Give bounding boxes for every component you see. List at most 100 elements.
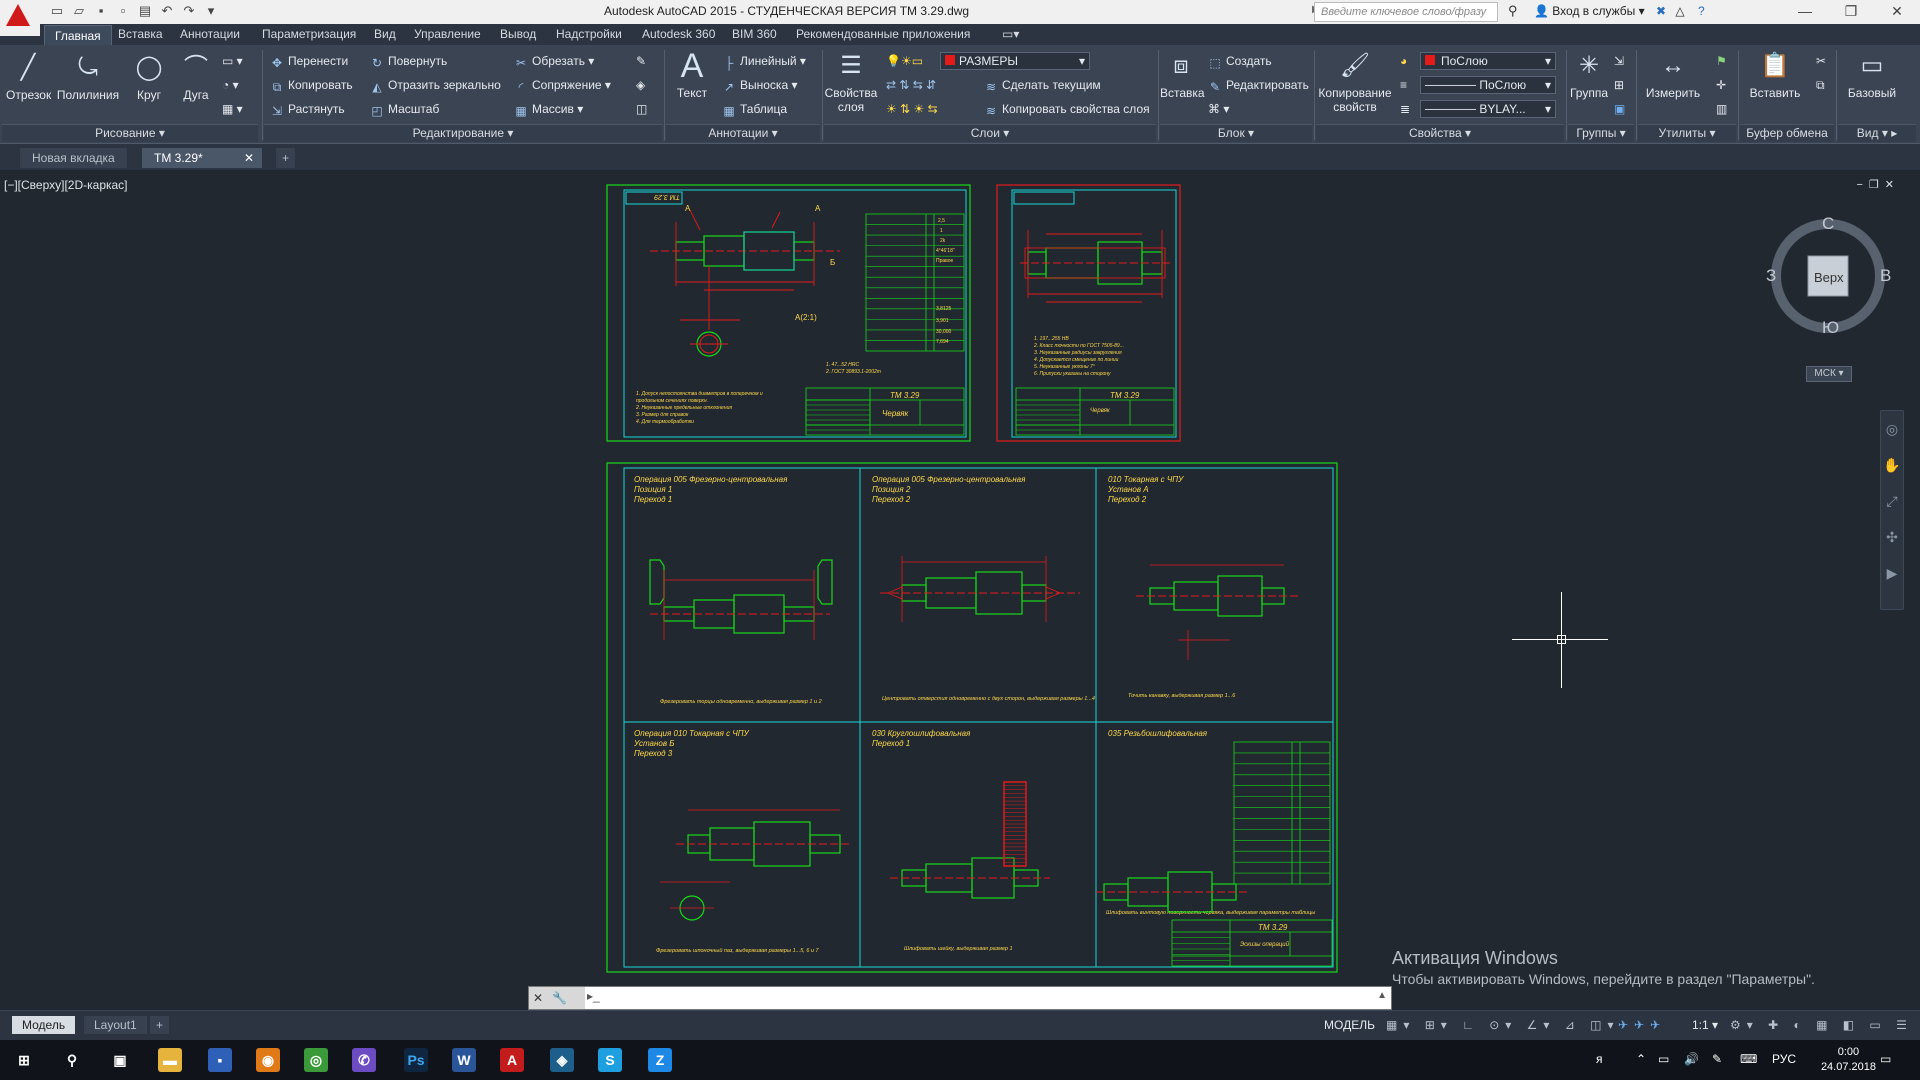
tab-parametric[interactable]: Параметризация bbox=[262, 27, 356, 41]
close-icon[interactable]: ✕ bbox=[1874, 0, 1920, 24]
cad-app-icon[interactable]: ◈ bbox=[550, 1048, 574, 1072]
rectangle-icon[interactable]: ▭ ▾ bbox=[222, 54, 243, 68]
search-icon[interactable]: ⚲ bbox=[60, 1048, 84, 1072]
group-edit-icon[interactable]: ⊞ bbox=[1614, 78, 1624, 92]
make-current-button[interactable]: ≋ Сделать текущим bbox=[984, 78, 1101, 94]
edit-block-button[interactable]: ✎ Редактировать bbox=[1208, 78, 1309, 94]
match-layer-button[interactable]: ≋ Копировать свойства слоя bbox=[984, 102, 1150, 118]
exchange-icon[interactable]: ✖ bbox=[1656, 4, 1666, 18]
offset-icon[interactable]: ◫ bbox=[636, 102, 647, 116]
tab-current-drawing[interactable]: ТМ 3.29* ✕ bbox=[142, 148, 262, 168]
text-button[interactable]: A Текст bbox=[670, 49, 714, 100]
viewcube-north[interactable]: С bbox=[1822, 214, 1834, 234]
steering-wheel-icon[interactable]: ◎ bbox=[1881, 411, 1903, 447]
line-button[interactable]: ╱ Отрезок bbox=[6, 52, 51, 102]
undo-icon[interactable]: ↶ bbox=[158, 2, 176, 20]
tab-annotate[interactable]: Аннотации bbox=[180, 27, 240, 41]
measure-button[interactable]: ↔ Измерить bbox=[1640, 50, 1706, 100]
layer-tools-row1[interactable]: ⇄ ⇅ ⇆ ⇵ bbox=[886, 78, 936, 92]
viewcube-top[interactable]: Верх bbox=[1814, 270, 1844, 285]
polyline-button[interactable]: ⤿ Полилиния bbox=[56, 52, 120, 102]
view-panel-title[interactable]: Вид ▾ ▸ bbox=[1838, 124, 1916, 142]
notifications-icon[interactable]: ▭ bbox=[1880, 1052, 1891, 1066]
workspace-icons[interactable]: ⚙▾ ✚ ◐ ▦ ◧ ▭ ☰ bbox=[1730, 1018, 1913, 1032]
drawing-viewport[interactable]: [−][Сверху][2D-каркас] −❐✕ АА Б А(2:1) 2… bbox=[0, 170, 1920, 1010]
file-explorer-icon[interactable]: ▬ bbox=[158, 1048, 182, 1072]
tab-layout1[interactable]: Layout1 bbox=[84, 1016, 147, 1034]
table-button[interactable]: ▦ Таблица bbox=[722, 102, 787, 118]
minimize-icon[interactable]: — bbox=[1782, 0, 1828, 24]
grid-snap-icons[interactable]: ▦▾ ⊞▾ ∟ ⊙▾ ∠▾ ⊿ ◫▾ bbox=[1386, 1018, 1619, 1032]
app-menu-button[interactable] bbox=[0, 0, 40, 36]
clock[interactable]: 0:00 24.07.2018 bbox=[1821, 1045, 1876, 1075]
tab-view[interactable]: Вид bbox=[374, 27, 396, 41]
array-button[interactable]: ▦ Массив ▾ bbox=[514, 102, 583, 118]
search-input[interactable]: Введите ключевое слово/фразу bbox=[1314, 2, 1498, 22]
model-space-button[interactable]: МОДЕЛЬ bbox=[1324, 1018, 1375, 1032]
qat-dropdown-icon[interactable]: ▾ bbox=[202, 2, 220, 20]
block-panel-title[interactable]: Блок ▾ bbox=[1160, 124, 1312, 142]
fillet-button[interactable]: ◜ Сопряжение ▾ bbox=[514, 78, 611, 94]
orbit-icon[interactable]: ✣ bbox=[1881, 519, 1903, 555]
add-layout-icon[interactable]: + bbox=[150, 1016, 170, 1034]
leader-button[interactable]: ↗ Выноска ▾ bbox=[722, 78, 798, 94]
groups-panel-title[interactable]: Группы ▾ bbox=[1568, 124, 1634, 142]
print-icon[interactable]: ▤ bbox=[136, 2, 154, 20]
utility-icon-2[interactable]: ✛ bbox=[1716, 78, 1726, 92]
save-app-icon[interactable]: ▪ bbox=[208, 1048, 232, 1072]
tab-insert[interactable]: Вставка bbox=[118, 27, 163, 41]
tab-bim360[interactable]: BIM 360 bbox=[732, 27, 777, 41]
utilities-panel-title[interactable]: Утилиты ▾ bbox=[1638, 124, 1736, 142]
command-input[interactable]: ▸_ bbox=[587, 989, 600, 1003]
viewcube-east[interactable]: В bbox=[1880, 266, 1891, 286]
cut-icon[interactable]: ✂ bbox=[1816, 54, 1826, 68]
boundary-icon[interactable]: ▦ ▾ bbox=[222, 102, 243, 116]
tab-output[interactable]: Вывод bbox=[500, 27, 536, 41]
viewcube-west[interactable]: З bbox=[1766, 266, 1776, 286]
language-indicator[interactable]: РУС bbox=[1772, 1052, 1796, 1066]
tab-new[interactable]: Новая вкладка bbox=[20, 148, 127, 168]
trim-button[interactable]: ✂ Обрезать ▾ bbox=[514, 54, 594, 70]
modify-panel-title[interactable]: Редактирование ▾ bbox=[264, 124, 662, 142]
sign-in-button[interactable]: 👤 Вход в службы ▾ ✖ △ ? bbox=[1534, 4, 1705, 18]
customize-command-icon[interactable]: 🔧 bbox=[552, 991, 567, 1005]
scale-button[interactable]: ◰ Масштаб bbox=[370, 102, 439, 118]
viber-icon[interactable]: ✆ bbox=[352, 1048, 376, 1072]
redo-icon[interactable]: ↷ bbox=[180, 2, 198, 20]
group-button[interactable]: ✳ Группа bbox=[1568, 50, 1610, 100]
annotation-icons[interactable]: ✈✈✈ bbox=[1618, 1018, 1666, 1032]
paste-button[interactable]: 📋 Вставить bbox=[1742, 50, 1808, 100]
erase-icon[interactable]: ✎ bbox=[636, 54, 646, 68]
save-as-icon[interactable]: ▫ bbox=[114, 2, 132, 20]
tab-manage[interactable]: Управление bbox=[414, 27, 481, 41]
skype-icon[interactable]: S bbox=[598, 1048, 622, 1072]
add-tab-icon[interactable]: + bbox=[276, 148, 296, 168]
zoom-app-icon[interactable]: Z bbox=[648, 1048, 672, 1072]
save-icon[interactable]: ▪ bbox=[92, 2, 110, 20]
layer-properties-button[interactable]: ☰ Свойства слоя bbox=[824, 50, 878, 114]
new-icon[interactable]: ▭ bbox=[48, 2, 66, 20]
open-icon[interactable]: ▱ bbox=[70, 2, 88, 20]
network-icon[interactable]: ▭ bbox=[1658, 1052, 1669, 1066]
group-select-icon[interactable]: ▣ bbox=[1614, 102, 1625, 116]
insert-block-button[interactable]: ⧈ Вставка bbox=[1160, 50, 1205, 100]
properties-panel-title[interactable]: Свойства ▾ bbox=[1316, 124, 1564, 142]
tab-addins[interactable]: Надстройки bbox=[556, 27, 622, 41]
annotation-panel-title[interactable]: Аннотации ▾ bbox=[666, 124, 820, 142]
linear-dim-button[interactable]: ├ Линейный ▾ bbox=[722, 54, 806, 70]
rotate-button[interactable]: ↻ Повернуть bbox=[370, 54, 447, 70]
hatch-icon[interactable]: ◔ ▾ bbox=[222, 78, 239, 92]
move-button[interactable]: ✥ Перенести bbox=[270, 54, 348, 70]
tab-autodesk360[interactable]: Autodesk 360 bbox=[642, 27, 715, 41]
layer-dropdown[interactable]: РАЗМЕРЫ ▾ bbox=[940, 52, 1090, 70]
viewcube[interactable]: Верх С Ю З В bbox=[1766, 214, 1891, 338]
annotation-scale[interactable]: 1:1 ▾ bbox=[1692, 1018, 1718, 1032]
blender-icon[interactable]: ◉ bbox=[256, 1048, 280, 1072]
wcs-menu[interactable]: МСК ▾ bbox=[1806, 366, 1852, 382]
tray-chevron-icon[interactable]: ⌃ bbox=[1636, 1052, 1646, 1066]
tab-home[interactable]: Главная bbox=[44, 25, 112, 45]
utility-icon-3[interactable]: ▥ bbox=[1716, 102, 1727, 116]
windows-start-icon[interactable]: ⊞ bbox=[12, 1048, 36, 1072]
lineweight-dropdown[interactable]: ────── BYLAY... ▾ bbox=[1420, 100, 1556, 118]
binoculars-icon[interactable]: ⚲ bbox=[1508, 3, 1518, 19]
